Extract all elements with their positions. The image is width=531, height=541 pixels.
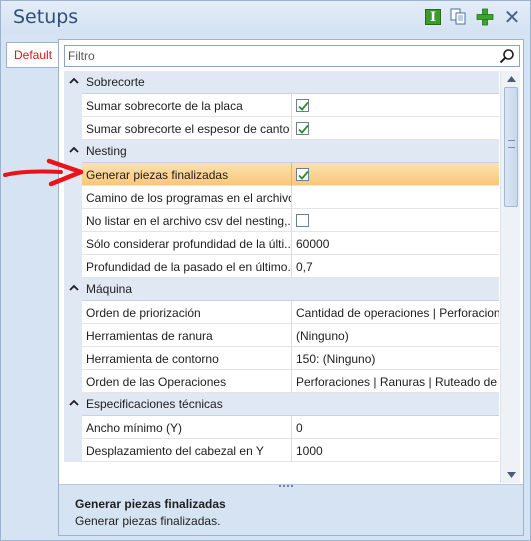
- property-row[interactable]: Profundidad de la pasado el en último...…: [64, 254, 499, 278]
- collapse-chevron-icon[interactable]: [68, 397, 80, 409]
- property-name: Orden de priorización: [82, 301, 292, 324]
- property-value[interactable]: Cantidad de operaciones | Perforaciones: [292, 301, 499, 324]
- scrollbar-thumb[interactable]: [504, 87, 518, 207]
- property-name: Herramientas de ranura: [82, 324, 292, 347]
- property-value[interactable]: Perforaciones | Ranuras | Ruteado de Co: [292, 370, 499, 393]
- category-nesting[interactable]: Nesting: [64, 140, 499, 163]
- property-name: No listar en el archivo csv del nesting,…: [82, 209, 292, 232]
- property-name: Generar piezas finalizadas: [82, 163, 292, 186]
- add-icon[interactable]: [475, 7, 495, 27]
- property-value: [292, 117, 499, 140]
- category-maquina[interactable]: Máquina: [64, 278, 499, 301]
- property-panel: Sobrecorte Sumar sobrecorte de la placa …: [58, 39, 524, 536]
- category-especificaciones-tecnicas[interactable]: Especificaciones técnicas: [64, 393, 499, 416]
- collapse-chevron-icon[interactable]: [68, 282, 80, 294]
- description-pane: Generar piezas finalizadas Generar pieza…: [59, 490, 523, 535]
- scroll-down-icon[interactable]: [504, 469, 518, 481]
- category-label: Especificaciones técnicas: [86, 397, 223, 411]
- vertical-scrollbar[interactable]: [500, 71, 520, 483]
- close-icon[interactable]: ✕: [502, 7, 522, 29]
- title-bar: Setups I ✕: [1, 1, 530, 34]
- collapse-chevron-icon[interactable]: [68, 144, 80, 156]
- property-row[interactable]: Sumar sobrecorte el espesor de canto: [64, 116, 499, 140]
- property-name: Profundidad de la pasado el en último...: [82, 255, 292, 278]
- property-grid: Sobrecorte Sumar sobrecorte de la placa …: [64, 71, 499, 483]
- property-name: Ancho mínimo (Y): [82, 416, 292, 439]
- splitter-grip-icon: [279, 485, 293, 488]
- property-value[interactable]: [292, 186, 499, 209]
- property-name: Sumar sobrecorte de la placa: [82, 94, 292, 117]
- property-row[interactable]: Desplazamiento del cabezal en Y 1000: [64, 438, 499, 462]
- property-row-selected[interactable]: Generar piezas finalizadas: [64, 162, 499, 186]
- property-value[interactable]: 0,7: [292, 255, 499, 278]
- property-name: Camino de los programas en el archivo...: [82, 186, 292, 209]
- property-row[interactable]: No listar en el archivo csv del nesting,…: [64, 208, 499, 232]
- property-value[interactable]: 1000: [292, 439, 499, 462]
- grip-icon: [508, 140, 515, 148]
- property-name: Desplazamiento del cabezal en Y: [82, 439, 292, 462]
- property-name: Herramienta de contorno: [82, 347, 292, 370]
- property-row[interactable]: Herramienta de contorno 150: (Ninguno): [64, 346, 499, 370]
- property-row[interactable]: Sólo considerar profundidad de la últi..…: [64, 231, 499, 255]
- checkbox[interactable]: [296, 122, 309, 135]
- property-row[interactable]: Ancho mínimo (Y) 0: [64, 415, 499, 439]
- property-row[interactable]: Orden de priorización Cantidad de operac…: [64, 300, 499, 324]
- checkbox[interactable]: [296, 99, 309, 112]
- setups-window: Setups I ✕ Default Filtro Sobrecorte Sum…: [0, 0, 531, 541]
- property-row[interactable]: Orden de las Operaciones Perforaciones |…: [64, 369, 499, 393]
- property-row[interactable]: Camino de los programas en el archivo...: [64, 185, 499, 209]
- collapse-chevron-icon[interactable]: [68, 75, 80, 87]
- description-title: Generar piezas finalizadas: [75, 497, 226, 511]
- filter-input[interactable]: [68, 48, 488, 64]
- property-row[interactable]: Sumar sobrecorte de la placa: [64, 93, 499, 117]
- property-value: [292, 209, 499, 232]
- scroll-up-icon[interactable]: [504, 73, 518, 85]
- property-row[interactable]: Herramientas de ranura (Ninguno): [64, 323, 499, 347]
- description-text: Generar piezas finalizadas.: [75, 514, 221, 528]
- property-value[interactable]: (Ninguno): [292, 324, 499, 347]
- category-label: Máquina: [86, 282, 133, 296]
- tab-default[interactable]: Default: [6, 42, 58, 68]
- title-toolbar: I ✕: [425, 7, 522, 29]
- property-value: [292, 94, 499, 117]
- window-title: Setups: [13, 6, 79, 28]
- search-icon[interactable]: [499, 48, 515, 64]
- property-value: [292, 163, 499, 186]
- category-sobrecorte[interactable]: Sobrecorte: [64, 71, 499, 94]
- category-label: Nesting: [86, 144, 127, 158]
- checkbox[interactable]: [296, 214, 309, 227]
- info-icon[interactable]: I: [425, 9, 441, 25]
- category-label: Sobrecorte: [86, 75, 145, 89]
- property-value[interactable]: 150: (Ninguno): [292, 347, 499, 370]
- property-value[interactable]: 0: [292, 416, 499, 439]
- copy-icon[interactable]: [448, 7, 468, 27]
- property-name: Orden de las Operaciones: [82, 370, 292, 393]
- red-arrow-annotation-icon: [3, 158, 84, 187]
- checkbox[interactable]: [296, 168, 309, 181]
- property-name: Sólo considerar profundidad de la últi..…: [82, 232, 292, 255]
- property-value[interactable]: 60000: [292, 232, 499, 255]
- setups-tabstrip: Default: [1, 34, 58, 540]
- filter-box: [64, 45, 520, 67]
- property-name: Sumar sobrecorte el espesor de canto: [82, 117, 292, 140]
